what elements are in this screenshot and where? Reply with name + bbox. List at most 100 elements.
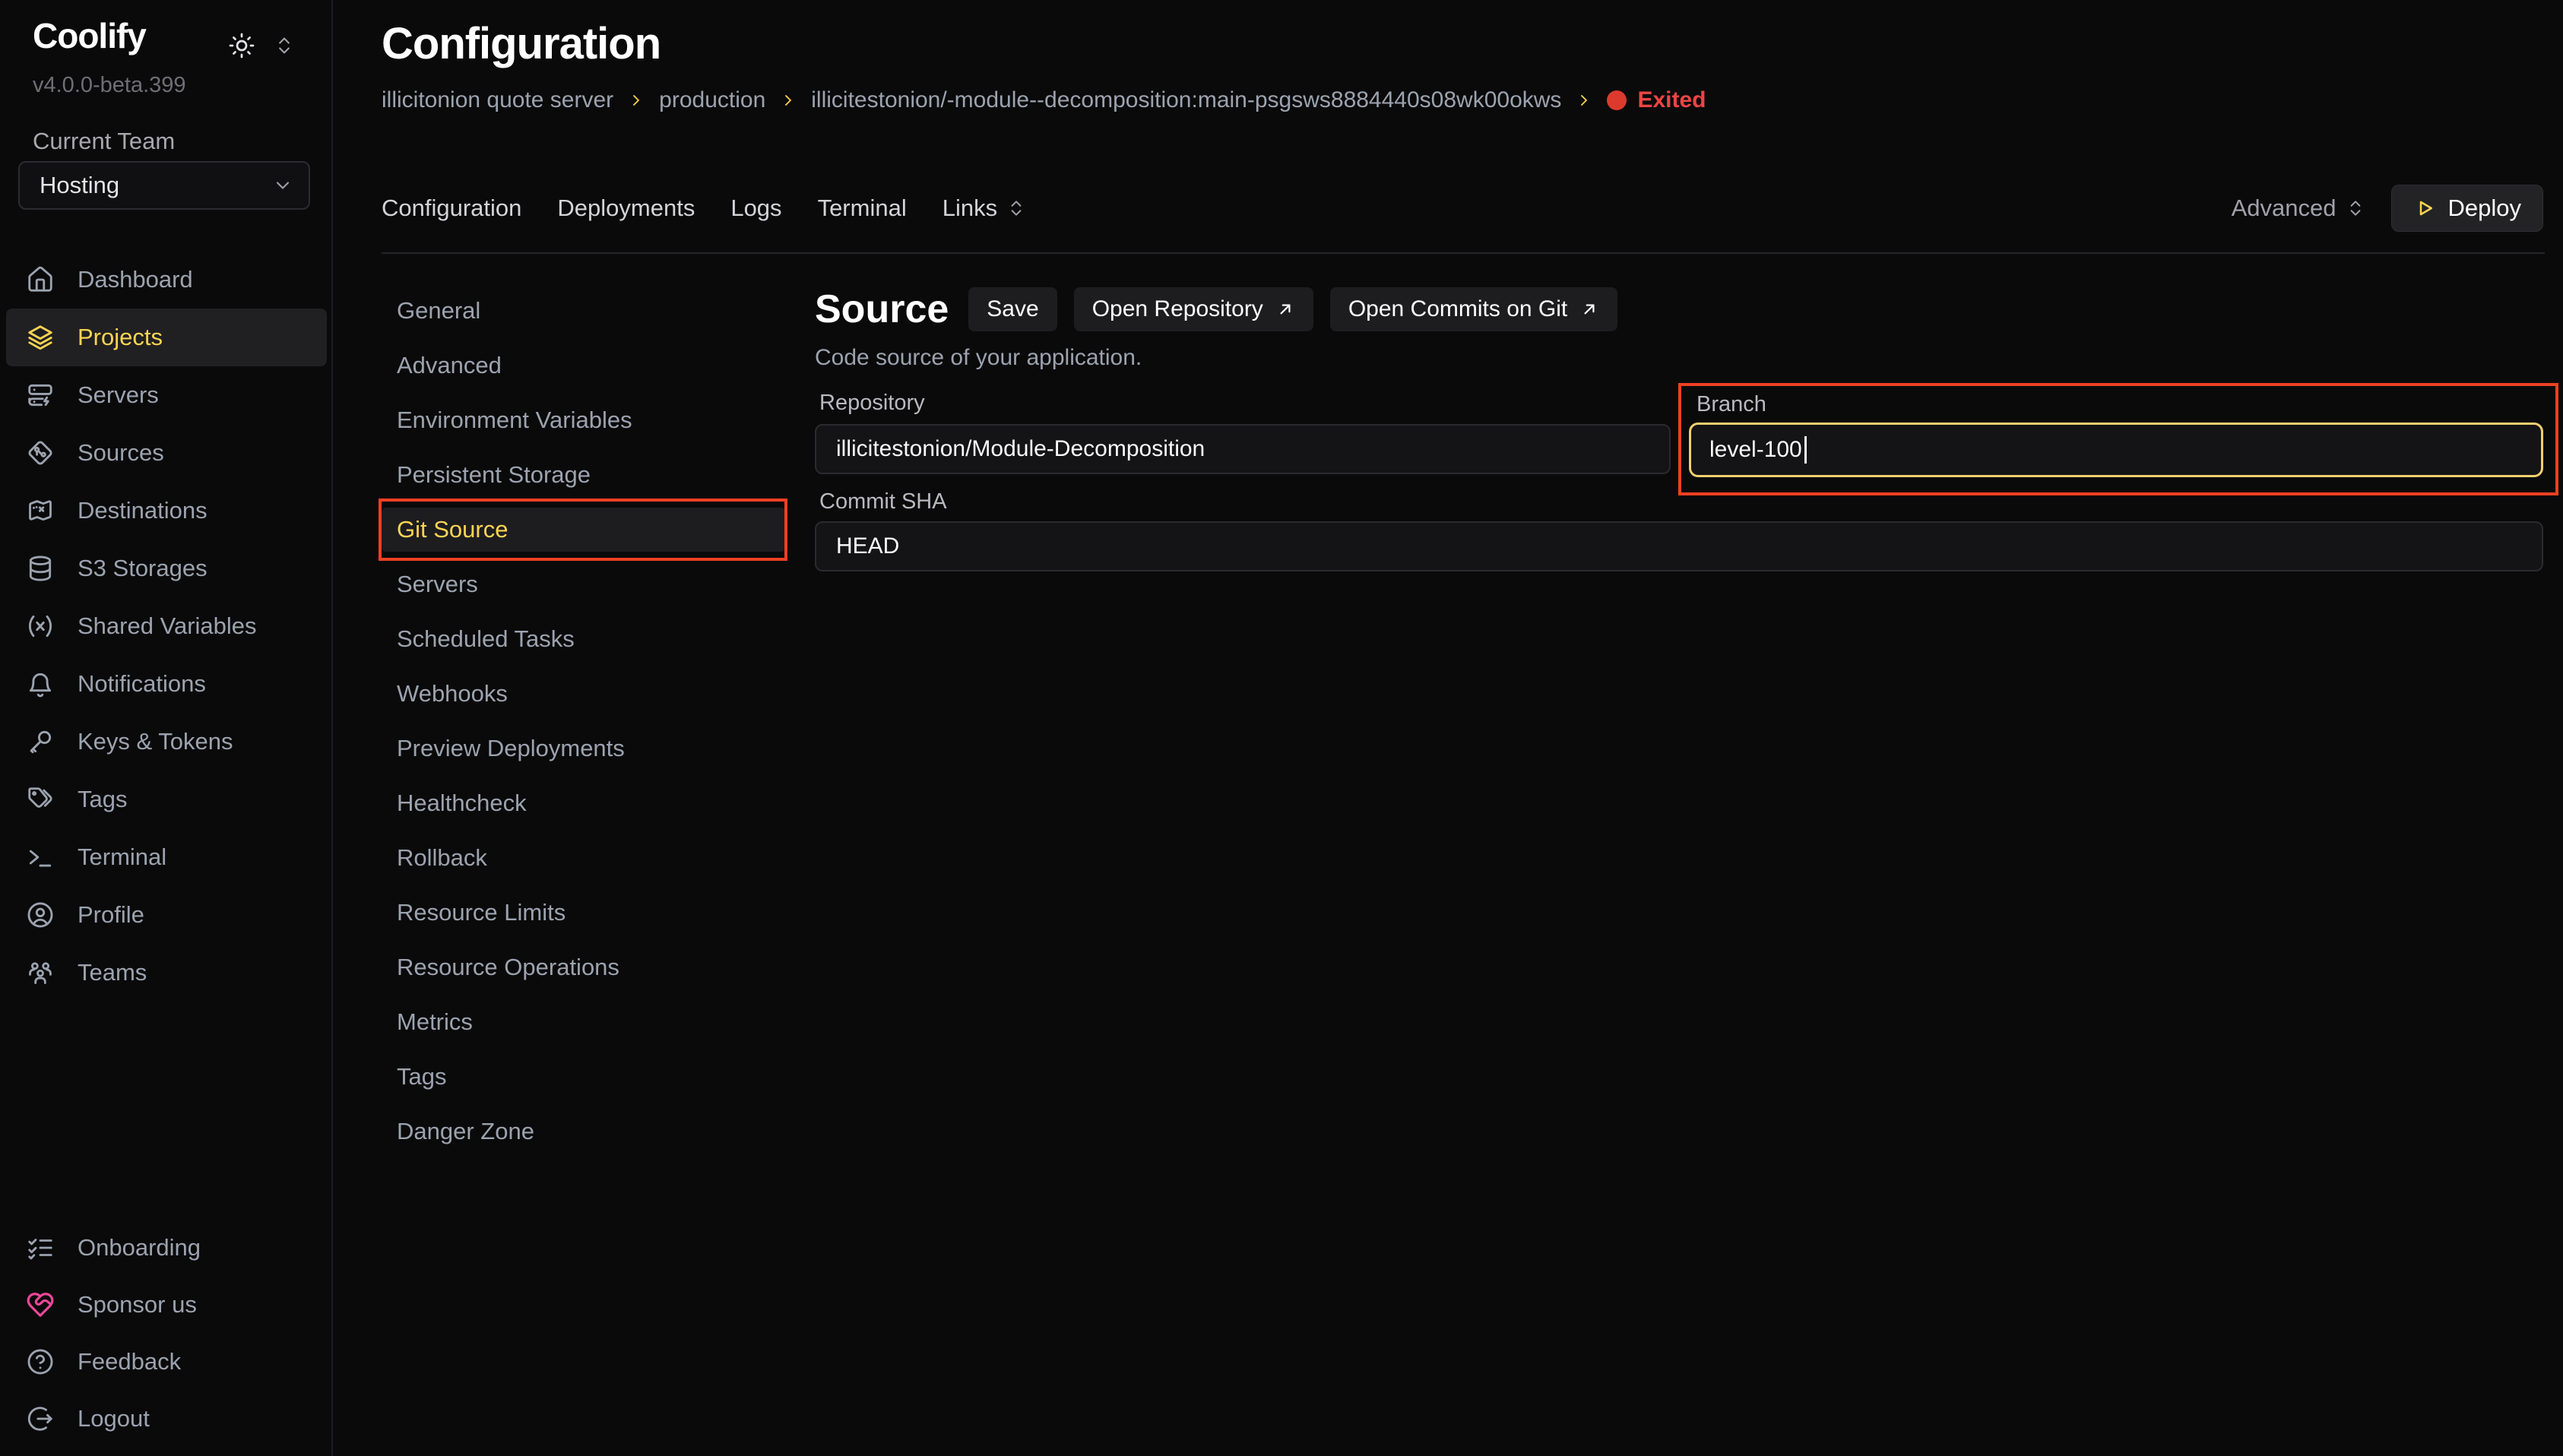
- play-icon: [2413, 197, 2436, 220]
- list-checks-icon: [26, 1233, 55, 1262]
- source-description: Code source of your application.: [815, 345, 1142, 371]
- sidebar-item-tags[interactable]: Tags: [6, 771, 327, 828]
- sidebar-item-label: Terminal: [78, 844, 166, 871]
- repository-label: Repository: [819, 391, 925, 416]
- tab-links[interactable]: Links: [943, 195, 1026, 222]
- save-button[interactable]: Save: [968, 287, 1057, 331]
- sidebar-item-label: Tags: [78, 786, 127, 813]
- sidebar-item-label: Sources: [78, 439, 164, 467]
- sidebar-item-sponsor-us[interactable]: Sponsor us: [6, 1276, 327, 1333]
- app-logo: Coolify: [33, 15, 146, 56]
- deploy-button[interactable]: Deploy: [2391, 185, 2544, 232]
- heart-handshake-icon: [26, 1290, 55, 1319]
- sidebar-item-logout[interactable]: Logout: [6, 1390, 327, 1447]
- chevrons-up-down-icon[interactable]: [274, 35, 295, 56]
- map-icon: [26, 496, 55, 525]
- open-repository-button[interactable]: Open Repository: [1074, 287, 1313, 331]
- sidebar-item-teams[interactable]: Teams: [6, 944, 327, 1002]
- external-link-icon: [1579, 299, 1599, 319]
- breadcrumb-environment[interactable]: production: [659, 87, 765, 113]
- terminal-icon: [26, 843, 55, 872]
- configuration-subnav: General Advanced Environment Variables P…: [382, 283, 786, 1159]
- sidebar-item-label: Servers: [78, 381, 159, 409]
- subnav-item-general[interactable]: General: [382, 283, 786, 338]
- sidebar-item-label: Dashboard: [78, 266, 193, 293]
- tab-deployments[interactable]: Deployments: [557, 195, 695, 222]
- subnav-item-persistent-storage[interactable]: Persistent Storage: [382, 448, 786, 502]
- tab-logs[interactable]: Logs: [730, 195, 781, 222]
- sidebar-item-keys-tokens[interactable]: Keys & Tokens: [6, 713, 327, 771]
- sidebar-item-terminal[interactable]: Terminal: [6, 828, 327, 886]
- branch-input[interactable]: level-100: [1689, 423, 2543, 477]
- save-button-label: Save: [987, 296, 1038, 322]
- tab-links-label: Links: [943, 195, 997, 222]
- subnav-item-healthcheck[interactable]: Healthcheck: [382, 776, 786, 831]
- breadcrumb-resource[interactable]: illicitestonion/-module--decomposition:m…: [811, 87, 1561, 113]
- sidebar-item-sources[interactable]: Sources: [6, 424, 327, 482]
- commit-sha-input[interactable]: [815, 521, 2543, 571]
- sidebar-item-dashboard[interactable]: Dashboard: [6, 251, 327, 309]
- team-select[interactable]: Hosting: [18, 161, 310, 210]
- user-circle-icon: [26, 901, 55, 929]
- tags-icon: [26, 785, 55, 814]
- subnav-item-metrics[interactable]: Metrics: [382, 995, 786, 1049]
- subnav-item-advanced[interactable]: Advanced: [382, 338, 786, 393]
- breadcrumb: illicitonion quote server production ill…: [382, 85, 1706, 116]
- advanced-menu[interactable]: Advanced: [2232, 195, 2365, 222]
- tab-terminal[interactable]: Terminal: [818, 195, 907, 222]
- subnav-item-resource-operations[interactable]: Resource Operations: [382, 940, 786, 995]
- sidebar-item-onboarding[interactable]: Onboarding: [6, 1219, 327, 1276]
- subnav-item-servers[interactable]: Servers: [382, 557, 786, 612]
- repository-input[interactable]: [815, 424, 1671, 474]
- sidebar-item-projects[interactable]: Projects: [6, 309, 327, 366]
- subnav-item-resource-limits[interactable]: Resource Limits: [382, 885, 786, 940]
- server-icon: [26, 381, 55, 410]
- sidebar-item-shared-variables[interactable]: Shared Variables: [6, 597, 327, 655]
- tabs-divider: [382, 252, 2545, 254]
- users-icon: [26, 958, 55, 987]
- subnav-item-scheduled-tasks[interactable]: Scheduled Tasks: [382, 612, 786, 666]
- sidebar-item-label: Feedback: [78, 1348, 181, 1375]
- subnav-item-environment-variables[interactable]: Environment Variables: [382, 393, 786, 448]
- subnav-item-tags[interactable]: Tags: [382, 1049, 786, 1104]
- subnav-item-preview-deployments[interactable]: Preview Deployments: [382, 721, 786, 776]
- team-select-value: Hosting: [40, 172, 272, 199]
- coolify-app: Coolify v4.0.0-beta.399 Current Team Hos…: [0, 0, 2563, 1456]
- logout-icon: [26, 1404, 55, 1433]
- subnav-item-git-source[interactable]: Git Source: [382, 508, 786, 552]
- sidebar-item-profile[interactable]: Profile: [6, 886, 327, 944]
- subnav-item-rollback[interactable]: Rollback: [382, 831, 786, 885]
- page-title: Configuration: [382, 18, 661, 69]
- source-section-header: Source Save Open Repository Open Commits…: [815, 286, 1617, 333]
- status-label: Exited: [1637, 87, 1706, 113]
- sidebar-nav: Dashboard Projects Servers Sources Desti…: [6, 251, 327, 1002]
- theme-controls: [228, 32, 295, 59]
- tab-configuration[interactable]: Configuration: [382, 195, 521, 222]
- sidebar-item-destinations[interactable]: Destinations: [6, 482, 327, 540]
- commit-sha-label: Commit SHA: [819, 489, 947, 514]
- chevron-right-icon: [1575, 91, 1593, 109]
- chevron-down-icon: [272, 175, 293, 196]
- advanced-menu-label: Advanced: [2232, 195, 2336, 222]
- sidebar-item-notifications[interactable]: Notifications: [6, 655, 327, 713]
- sidebar-item-label: Destinations: [78, 497, 208, 524]
- sidebar-item-label: Onboarding: [78, 1234, 201, 1261]
- home-icon: [26, 265, 55, 294]
- sidebar: Coolify v4.0.0-beta.399 Current Team Hos…: [0, 0, 333, 1456]
- sidebar-item-feedback[interactable]: Feedback: [6, 1333, 327, 1390]
- sidebar-item-servers[interactable]: Servers: [6, 366, 327, 424]
- sidebar-item-label: Projects: [78, 324, 163, 351]
- database-icon: [26, 554, 55, 583]
- sidebar-item-s3-storages[interactable]: S3 Storages: [6, 540, 327, 597]
- subnav-item-webhooks[interactable]: Webhooks: [382, 666, 786, 721]
- subnav-item-danger-zone[interactable]: Danger Zone: [382, 1104, 786, 1159]
- breadcrumb-project[interactable]: illicitonion quote server: [382, 87, 613, 113]
- sun-theme-icon[interactable]: [228, 32, 255, 59]
- status-dot: [1607, 90, 1627, 110]
- sidebar-item-label: Logout: [78, 1405, 150, 1432]
- open-commits-label: Open Commits on Git: [1348, 296, 1567, 322]
- chevron-right-icon: [627, 91, 645, 109]
- deploy-button-label: Deploy: [2448, 195, 2522, 222]
- open-commits-button[interactable]: Open Commits on Git: [1330, 287, 1617, 331]
- branch-input-value: level-100: [1709, 437, 1802, 463]
